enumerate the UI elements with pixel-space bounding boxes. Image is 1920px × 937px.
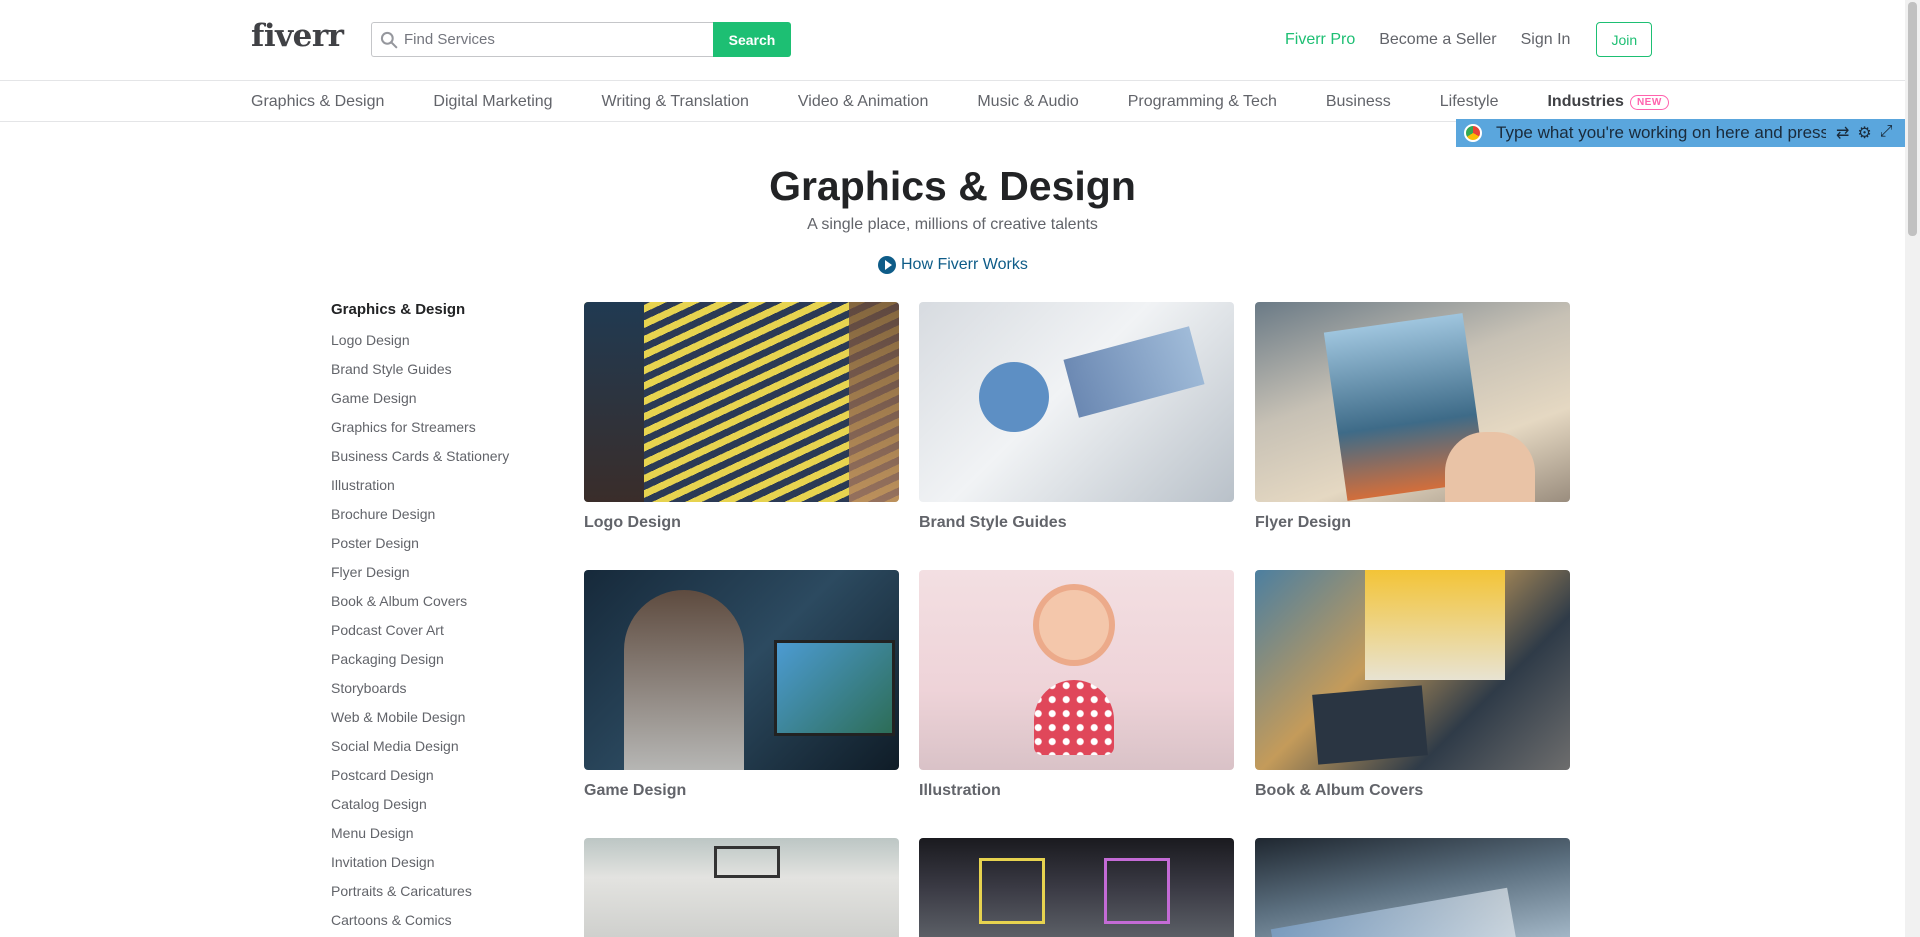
subcategory-sidebar: Graphics & Design Logo Design Brand Styl… (331, 301, 551, 937)
sidebar-link[interactable]: Cartoons & Comics (331, 910, 551, 937)
search-button[interactable]: Search (713, 22, 791, 57)
sign-in-link[interactable]: Sign In (1521, 31, 1571, 49)
search-box[interactable] (371, 22, 713, 57)
sidebar-link[interactable]: Web & Mobile Design (331, 707, 551, 736)
sidebar-link[interactable]: Invitation Design (331, 852, 551, 881)
sidebar-link[interactable]: Logo Design (331, 330, 551, 359)
how-fiverr-works-label: How Fiverr Works (901, 256, 1028, 273)
play-icon (878, 256, 896, 274)
category-industries[interactable]: Industries NEW (1547, 93, 1669, 111)
category-nav: Graphics & Design Digital Marketing Writ… (0, 82, 1905, 122)
card-brand-style-guides[interactable]: Brand Style Guides (919, 302, 1234, 532)
sidebar-link[interactable]: Packaging Design (331, 649, 551, 678)
card-title[interactable]: Logo Design (584, 514, 899, 532)
sidebar-link[interactable]: Catalog Design (331, 794, 551, 823)
card-image[interactable] (1255, 838, 1570, 937)
industries-label: Industries (1547, 93, 1624, 110)
search-icon (380, 31, 398, 48)
category-programming-tech[interactable]: Programming & Tech (1128, 93, 1277, 111)
card-logo-design[interactable]: Logo Design (584, 302, 899, 532)
category-business[interactable]: Business (1326, 93, 1391, 111)
input-assistant-toolbar: Type what you're working on here and pre… (1456, 119, 1905, 147)
card-image[interactable] (919, 570, 1234, 770)
search-input[interactable] (404, 31, 704, 48)
sidebar-link[interactable]: Podcast Cover Art (331, 620, 551, 649)
card-book-album-covers[interactable]: Book & Album Covers (1255, 570, 1570, 800)
page-scrollbar[interactable] (1905, 0, 1920, 937)
settings-icon[interactable]: ⚙ (1857, 123, 1871, 143)
card-row3-3[interactable] (1255, 838, 1570, 937)
card-row3-1[interactable] (584, 838, 899, 937)
category-video-animation[interactable]: Video & Animation (798, 93, 928, 111)
card-game-design[interactable]: Game Design (584, 570, 899, 800)
sidebar-link[interactable]: Storyboards (331, 678, 551, 707)
fiverr-logo[interactable]: fiverr (251, 18, 344, 54)
top-nav: Fiverr Pro Become a Seller Sign In Join (1285, 22, 1653, 57)
card-title[interactable]: Book & Album Covers (1255, 782, 1570, 800)
card-image[interactable] (584, 302, 899, 502)
sidebar-link[interactable]: Brochure Design (331, 504, 551, 533)
expand-icon[interactable]: ⤢ (1880, 123, 1893, 143)
site-header: fiverr Search Fiverr Pro Become a Seller… (0, 0, 1905, 81)
card-title[interactable]: Game Design (584, 782, 899, 800)
card-flyer-design[interactable]: Flyer Design (1255, 302, 1570, 532)
card-image[interactable] (919, 838, 1234, 937)
card-image[interactable] (584, 838, 899, 937)
card-title[interactable]: Flyer Design (1255, 514, 1570, 532)
card-row3-2[interactable] (919, 838, 1234, 937)
sidebar-link[interactable]: Poster Design (331, 533, 551, 562)
sidebar-heading: Graphics & Design (331, 301, 466, 318)
sidebar-link[interactable]: Menu Design (331, 823, 551, 852)
sidebar-link[interactable]: Flyer Design (331, 562, 551, 591)
sidebar-link[interactable]: Portraits & Caricatures (331, 881, 551, 910)
card-title[interactable]: Brand Style Guides (919, 514, 1234, 532)
sidebar-link[interactable]: Business Cards & Stationery (331, 446, 551, 475)
assistant-prompt-text[interactable]: Type what you're working on here and pre… (1496, 123, 1826, 143)
scrollbar-thumb[interactable] (1908, 2, 1917, 236)
sidebar-link[interactable]: Game Design (331, 388, 551, 417)
category-digital-marketing[interactable]: Digital Marketing (433, 93, 552, 111)
category-music-audio[interactable]: Music & Audio (977, 93, 1078, 111)
new-badge: NEW (1629, 94, 1669, 110)
sidebar-link[interactable]: Brand Style Guides (331, 359, 551, 388)
card-illustration[interactable]: Illustration (919, 570, 1234, 800)
fiverr-pro-link[interactable]: Fiverr Pro (1285, 31, 1355, 49)
translate-icon[interactable]: ⇄ (1836, 123, 1849, 143)
category-lifestyle[interactable]: Lifestyle (1440, 93, 1499, 111)
card-image[interactable] (919, 302, 1234, 502)
page-subtitle: A single place, millions of creative tal… (807, 216, 1098, 233)
become-seller-link[interactable]: Become a Seller (1379, 31, 1496, 49)
how-fiverr-works-link[interactable]: How Fiverr Works (878, 256, 1028, 274)
category-graphics-design[interactable]: Graphics & Design (251, 93, 384, 111)
sidebar-link[interactable]: Postcard Design (331, 765, 551, 794)
sidebar-link[interactable]: Graphics for Streamers (331, 417, 551, 446)
assistant-logo-icon (1464, 124, 1482, 142)
card-image[interactable] (1255, 570, 1570, 770)
search-bar: Search (371, 22, 791, 57)
sidebar-link[interactable]: Book & Album Covers (331, 591, 551, 620)
page-title: Graphics & Design (769, 163, 1136, 209)
card-image[interactable] (1255, 302, 1570, 502)
category-writing-translation[interactable]: Writing & Translation (602, 93, 749, 111)
sidebar-link[interactable]: Illustration (331, 475, 551, 504)
join-button[interactable]: Join (1596, 22, 1653, 57)
sidebar-link[interactable]: Social Media Design (331, 736, 551, 765)
card-image[interactable] (584, 570, 899, 770)
card-title[interactable]: Illustration (919, 782, 1234, 800)
